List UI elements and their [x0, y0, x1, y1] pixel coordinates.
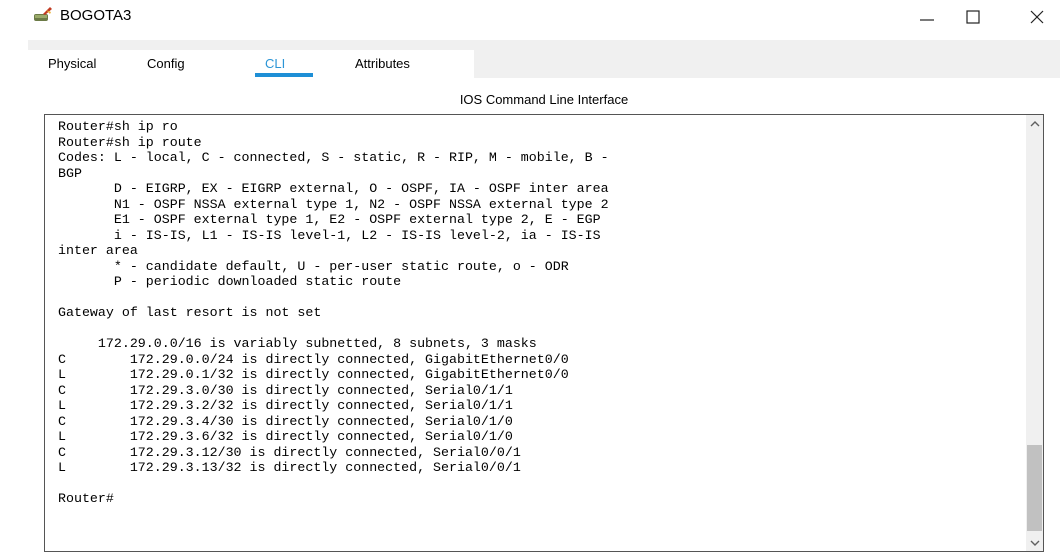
- terminal-line: Gateway of last resort is not set: [58, 305, 322, 320]
- scroll-down-button[interactable]: [1026, 534, 1043, 551]
- scroll-up-button[interactable]: [1026, 115, 1043, 132]
- terminal-line: inter area: [58, 243, 138, 258]
- chevron-up-icon: [1030, 120, 1039, 126]
- terminal-line: N1 - OSPF NSSA external type 1, N2 - OSP…: [58, 196, 609, 212]
- vertical-scrollbar[interactable]: [1026, 115, 1043, 551]
- terminal-line: Router#sh ip route: [58, 134, 202, 150]
- terminal-line: C 172.29.3.0/30 is directly connected, S…: [58, 382, 513, 398]
- terminal-line: * - candidate default, U - per-user stat…: [58, 258, 569, 274]
- cli-terminal[interactable]: Router#sh ip ro Router#sh ip route Codes: …: [44, 114, 1044, 552]
- terminal-line: C 172.29.3.4/30 is directly connected, S…: [58, 413, 513, 429]
- panel-title: IOS Command Line Interface: [459, 92, 629, 107]
- tab-cli[interactable]: CLI: [265, 56, 285, 71]
- terminal-line: L 172.29.3.13/32 is directly connected, …: [58, 460, 521, 475]
- terminal-output[interactable]: Router#sh ip ro Router#sh ip route Codes: …: [58, 119, 1018, 507]
- cli-panel: IOS Command Line Interface Router#sh ip …: [28, 78, 1060, 552]
- terminal-prompt[interactable]: Router#: [58, 491, 1018, 507]
- minimize-icon: [920, 19, 934, 21]
- terminal-line: L 172.29.0.1/32 is directly connected, G…: [58, 367, 569, 382]
- active-tab-indicator: [255, 73, 313, 77]
- minimize-button[interactable]: [904, 0, 950, 34]
- terminal-line: i - IS-IS, L1 - IS-IS level-1, L2 - IS-I…: [58, 227, 601, 243]
- tab-attributes[interactable]: Attributes: [355, 56, 410, 71]
- terminal-line: C 172.29.3.12/30 is directly connected, …: [58, 444, 521, 460]
- terminal-line: 172.29.0.0/16 is variably subnetted, 8 s…: [58, 336, 537, 351]
- close-button[interactable]: [1014, 0, 1060, 34]
- maximize-icon: [966, 10, 980, 24]
- terminal-line: L 172.29.3.2/32 is directly connected, S…: [58, 398, 513, 413]
- title-bar[interactable]: BOGOTA3: [0, 0, 1060, 36]
- tab-bar: Physical Config CLI Attributes: [28, 40, 1060, 78]
- maximize-button[interactable]: [950, 0, 996, 34]
- terminal-line: Codes: L - local, C - connected, S - sta…: [58, 150, 609, 165]
- terminal-line: Router#sh ip ro: [58, 119, 178, 134]
- scroll-thumb[interactable]: [1027, 445, 1042, 531]
- tab-physical[interactable]: Physical: [48, 56, 96, 71]
- close-icon: [1030, 10, 1044, 24]
- router-icon: [33, 6, 53, 24]
- content-area: Physical Config CLI Attributes IOS Comma…: [28, 40, 1060, 552]
- window-title: BOGOTA3: [60, 7, 132, 24]
- terminal-line: L 172.29.3.6/32 is directly connected, S…: [58, 429, 513, 444]
- terminal-line: D - EIGRP, EX - EIGRP external, O - OSPF…: [58, 181, 609, 196]
- terminal-line: BGP: [58, 165, 82, 181]
- terminal-line: C 172.29.0.0/24 is directly connected, G…: [58, 351, 569, 367]
- terminal-line: E1 - OSPF external type 1, E2 - OSPF ext…: [58, 212, 601, 227]
- app-window: BOGOTA3 Physical Config CLI Attributes I…: [0, 0, 1060, 552]
- tab-config[interactable]: Config: [147, 56, 185, 71]
- terminal-line: P - periodic downloaded static route: [58, 274, 402, 289]
- chevron-down-icon: [1030, 540, 1039, 546]
